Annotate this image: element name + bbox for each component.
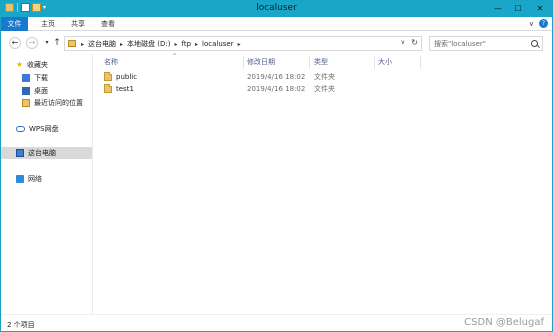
breadcrumb-separator-icon[interactable]: ▸ — [195, 41, 198, 48]
folder-icon — [104, 83, 112, 93]
tab-file[interactable]: 文件 — [1, 17, 28, 31]
column-divider[interactable] — [309, 56, 310, 69]
table-row[interactable]: public 2019/4/16 18:02 文件夹 — [94, 71, 552, 83]
window-title: localuser — [256, 3, 297, 13]
file-date: 2019/4/16 18:02 — [247, 85, 306, 93]
search-input[interactable]: 搜索"localuser" — [429, 36, 543, 51]
file-type: 文件夹 — [314, 73, 335, 81]
column-divider[interactable] — [243, 56, 244, 69]
recent-places-icon — [22, 99, 30, 107]
sidebar-item-desktop[interactable]: 桌面 — [1, 85, 92, 97]
sidebar-item-label: 这台电脑 — [28, 149, 56, 157]
breadcrumb-item-ftp[interactable]: ftp — [181, 40, 191, 48]
folder-icon — [104, 71, 112, 81]
help-icon[interactable]: ? — [539, 19, 548, 28]
address-folder-icon — [68, 40, 76, 47]
file-name-cell: test1 — [104, 83, 134, 95]
up-button[interactable]: ↑ — [51, 37, 63, 49]
close-button[interactable]: ✕ — [528, 1, 552, 15]
explorer-window: ▾ localuser — ☐ ✕ 文件 主页 共享 查看 ∨ ? ← → ▾ … — [0, 0, 553, 332]
column-header-type[interactable]: 类型 — [314, 56, 328, 69]
sidebar-item-label: 网络 — [28, 175, 42, 183]
back-button[interactable]: ← — [9, 37, 21, 49]
expand-ribbon-icon[interactable]: ∨ — [529, 20, 534, 28]
column-header-size[interactable]: 大小 — [378, 56, 392, 69]
file-name-cell: public — [104, 71, 137, 83]
file-name: public — [116, 73, 138, 81]
item-count: 2 个项目 — [7, 321, 35, 329]
breadcrumb: ▸ 这台电脑 ▸ 本地磁盘 (D:) ▸ ftp ▸ localuser ▸ — [81, 39, 241, 49]
pane-divider[interactable] — [92, 54, 93, 314]
cloud-icon — [16, 126, 25, 132]
breadcrumb-separator-icon[interactable]: ▸ — [81, 41, 84, 48]
column-header-date[interactable]: 修改日期 — [247, 56, 275, 69]
breadcrumb-item-this-pc[interactable]: 这台电脑 — [88, 39, 116, 49]
tab-view[interactable]: 查看 — [97, 17, 119, 31]
file-date: 2019/4/16 18:02 — [247, 73, 306, 81]
ribbon-tabs: 文件 主页 共享 查看 ∨ ? — [1, 17, 552, 31]
maximize-button[interactable]: ☐ — [508, 1, 528, 15]
sidebar-item-favorites[interactable]: ★ 收藏夹 — [1, 59, 92, 71]
column-divider[interactable] — [374, 56, 375, 69]
ribbon-controls: ∨ ? — [529, 19, 548, 28]
navigation-pane: ★ 收藏夹 下载 桌面 最近访问的位置 WPS网盘 这台电脑 网络 — [1, 54, 94, 314]
refresh-icon[interactable]: ↻ — [411, 38, 418, 47]
breadcrumb-item-localuser[interactable]: localuser — [202, 40, 234, 48]
sidebar-item-label: 最近访问的位置 — [34, 99, 83, 107]
search-placeholder: 搜索"localuser" — [434, 40, 487, 48]
sidebar-item-this-pc[interactable]: 这台电脑 — [1, 147, 92, 159]
download-folder-icon — [22, 74, 30, 82]
tab-home[interactable]: 主页 — [37, 17, 59, 31]
address-dropdown-icon[interactable]: ∨ — [401, 39, 405, 46]
sidebar-item-label: 下载 — [34, 74, 48, 82]
navigation-bar: ← → ▾ ↑ ▸ 这台电脑 ▸ 本地磁盘 (D:) ▸ ftp ▸ local… — [1, 32, 552, 54]
search-icon[interactable] — [531, 40, 538, 47]
minimize-button[interactable]: — — [488, 1, 508, 15]
sort-ascending-icon: ^ — [172, 53, 178, 60]
forward-button[interactable]: → — [26, 37, 38, 49]
file-type: 文件夹 — [314, 85, 335, 93]
column-header-name[interactable]: 名称 — [104, 56, 118, 69]
sidebar-item-label: 收藏夹 — [27, 61, 48, 69]
sidebar-item-wps-cloud[interactable]: WPS网盘 — [1, 123, 92, 135]
breadcrumb-separator-icon[interactable]: ▸ — [174, 41, 177, 48]
watermark: CSDN @Belugaf — [464, 317, 544, 328]
file-name: test1 — [116, 85, 134, 93]
column-divider[interactable] — [420, 56, 421, 69]
star-icon: ★ — [15, 60, 24, 69]
table-row[interactable]: test1 2019/4/16 18:02 文件夹 — [94, 83, 552, 95]
window-controls: — ☐ ✕ — [488, 1, 552, 15]
desktop-icon — [22, 87, 30, 95]
status-bar: 2 个项目 CSDN @Belugaf — [1, 314, 552, 331]
breadcrumb-separator-icon[interactable]: ▸ — [120, 41, 123, 48]
title-bar: ▾ localuser — ☐ ✕ — [1, 1, 552, 17]
breadcrumb-item-local-disk[interactable]: 本地磁盘 (D:) — [127, 39, 170, 49]
file-list: ^ 名称 修改日期 类型 大小 public 2019/4/16 18:02 文… — [94, 53, 552, 314]
network-icon — [16, 175, 24, 183]
address-bar[interactable]: ▸ 这台电脑 ▸ 本地磁盘 (D:) ▸ ftp ▸ localuser ▸ ∨… — [64, 36, 422, 51]
sidebar-item-downloads[interactable]: 下载 — [1, 72, 92, 84]
computer-icon — [16, 149, 24, 157]
sidebar-item-label: WPS网盘 — [29, 125, 59, 133]
sidebar-item-recent-places[interactable]: 最近访问的位置 — [1, 97, 92, 109]
tab-share[interactable]: 共享 — [67, 17, 89, 31]
sidebar-item-network[interactable]: 网络 — [1, 173, 92, 185]
sidebar-item-label: 桌面 — [34, 87, 48, 95]
breadcrumb-separator-icon[interactable]: ▸ — [238, 41, 241, 48]
